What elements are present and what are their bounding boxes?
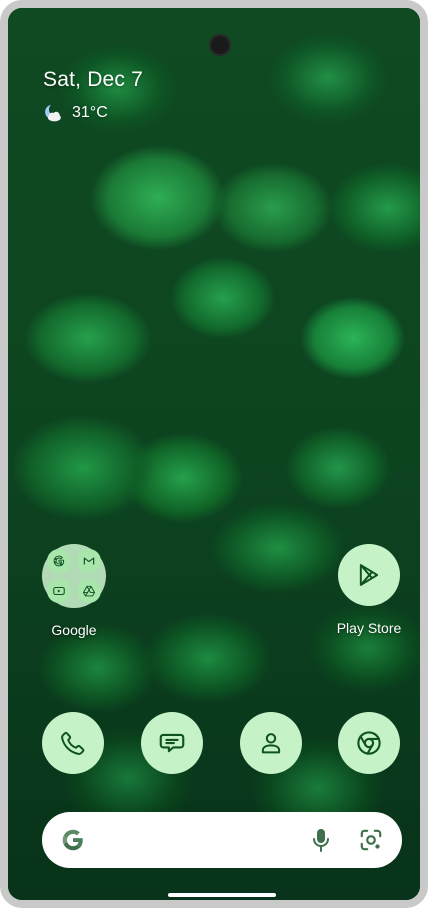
- chrome-app[interactable]: [338, 712, 400, 774]
- google-folder[interactable]: Google: [42, 544, 106, 638]
- lens-icon[interactable]: [358, 827, 384, 853]
- play-store-icon-bg: [338, 544, 400, 606]
- front-camera: [209, 34, 231, 56]
- microphone-icon[interactable]: [310, 827, 332, 853]
- phone-app[interactable]: [42, 712, 104, 774]
- folder-icon: [42, 544, 106, 608]
- play-store-label: Play Store: [336, 620, 402, 636]
- drive-icon: [77, 579, 101, 603]
- phone-icon: [61, 731, 85, 755]
- google-folder-label: Google: [51, 622, 97, 638]
- weather-widget[interactable]: 31°C: [42, 102, 108, 124]
- gmail-icon: [77, 549, 101, 573]
- navigation-handle[interactable]: [168, 893, 276, 897]
- contacts-icon: [261, 733, 281, 754]
- play-store-icon: [359, 564, 379, 586]
- messages-app[interactable]: [141, 712, 203, 774]
- google-g-icon[interactable]: [60, 827, 86, 853]
- moon-cloud-icon: [45, 104, 61, 122]
- messages-icon: [159, 733, 185, 753]
- google-icon: [47, 549, 71, 573]
- temperature-label: 31°C: [72, 104, 108, 121]
- youtube-icon: [47, 579, 71, 603]
- date-widget[interactable]: Sat, Dec 7: [43, 68, 143, 92]
- phone-frame: Sat, Dec 7 31°C Google Play Store: [0, 0, 428, 908]
- chrome-icon: [357, 731, 381, 755]
- play-store-app[interactable]: Play Store: [334, 544, 404, 636]
- contacts-app[interactable]: [240, 712, 302, 774]
- google-search-bar[interactable]: [42, 812, 402, 868]
